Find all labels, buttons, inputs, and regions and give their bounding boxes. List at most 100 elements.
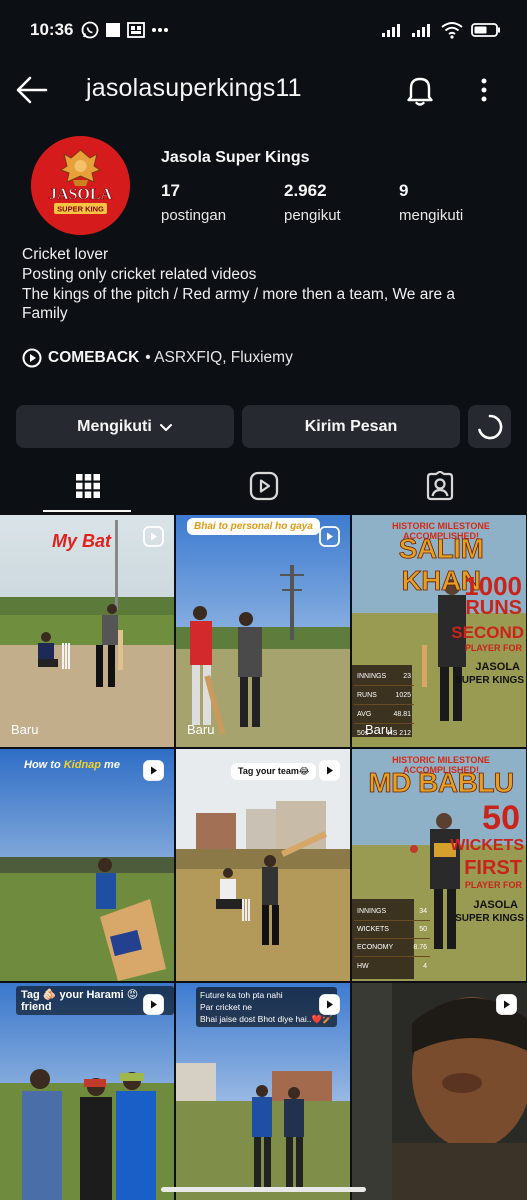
loading-spinner-icon (477, 414, 502, 439)
post-thumbnail[interactable] (352, 983, 527, 1200)
milestone-team-line-1: JASOLA (473, 899, 518, 911)
play-circle-icon (22, 348, 42, 368)
message-button-label: Kirim Pesan (304, 417, 398, 435)
media-notification-icon (127, 22, 146, 38)
stat-following-value: 9 (399, 181, 409, 200)
reel-indicator-icon (319, 526, 340, 547)
stat-value: 8.76 (413, 944, 427, 951)
app-notification-icon (106, 23, 121, 37)
stat-value: 23 (403, 672, 411, 680)
stat-value: 34 (419, 908, 427, 915)
stat-following[interactable]: 9 mengikuti (399, 181, 463, 224)
post-caption: Future ka toh pta nahi Par cricket ne Bh… (196, 987, 337, 1027)
caption-line: Par cricket ne (200, 1002, 252, 1012)
logo-text-bottom: SUPER KING (57, 205, 104, 214)
following-button-label: Mengikuti (77, 417, 152, 435)
caption-part: How to (24, 759, 64, 771)
message-button[interactable]: Kirim Pesan (242, 405, 460, 448)
post-thumbnail[interactable]: Tag your team😂 (176, 749, 350, 981)
reel-indicator-icon (143, 526, 164, 547)
status-system-icons (381, 21, 501, 39)
stat-following-label: mengikuti (399, 207, 464, 224)
grid-icon (75, 474, 100, 498)
music-title: COMEBACK (48, 349, 140, 366)
post-image (0, 983, 174, 1200)
reel-indicator-icon (319, 760, 340, 781)
back-arrow-icon[interactable] (14, 74, 50, 106)
bio-line: The kings of the pitch / Red army / more… (22, 285, 456, 303)
post-thumbnail[interactable]: HISTORIC MILESTONE ACCOMPLISHED! MD BABL… (352, 749, 526, 981)
reels-icon (249, 471, 278, 501)
post-thumbnail[interactable]: My Bat Baru (0, 515, 174, 747)
stat-value: 48.81 (393, 710, 411, 718)
profile-tabs (0, 458, 527, 514)
posts-grid: My Bat Baru Bhai to personal ho gaya Bar… (0, 515, 527, 1200)
post-thumbnail[interactable]: Future ka toh pta nahi Par cricket ne Bh… (176, 983, 350, 1200)
suggested-accounts-button[interactable] (468, 405, 511, 448)
active-tab-indicator (43, 510, 131, 512)
post-image (352, 983, 527, 1200)
music-artists: • ASRXFIQ, Fluxiemy (145, 349, 293, 366)
following-button[interactable]: Mengikuti (16, 405, 234, 448)
tab-reels[interactable] (176, 458, 351, 514)
milestone-big-number: 50 (482, 799, 520, 837)
milestone-player-name: MD BABLU (368, 767, 515, 799)
signal-icon (382, 24, 400, 37)
stat-key: HW (357, 962, 369, 970)
chevron-down-icon (159, 423, 172, 431)
stat-value: 4 (423, 962, 427, 970)
bio-line: Posting only cricket related videos (22, 265, 257, 283)
stat-posts-value: 17 (161, 181, 180, 200)
stat-key: WICKETS (357, 926, 389, 933)
caption-part: me (101, 759, 120, 771)
post-image (0, 749, 174, 981)
caption-line: Future ka toh pta nahi (200, 990, 283, 1000)
profile-avatar[interactable]: JASOLA SUPER KING (31, 136, 130, 235)
post-image (176, 749, 350, 981)
post-caption: Tag your team😂 (231, 763, 317, 780)
milestone-team-line-1: JASOLA (475, 661, 520, 673)
post-caption: Bhai to personal ho gaya (187, 518, 320, 535)
post-thumbnail[interactable]: How to Kidnap me (0, 749, 174, 981)
profile-music-row[interactable]: COMEBACK • ASRXFIQ, Fluxiemy (22, 348, 293, 368)
stat-key: ECONOMY (357, 944, 394, 951)
more-options-icon[interactable] (470, 72, 498, 108)
stat-key: INNINGS (357, 908, 387, 915)
tagged-person-icon (426, 471, 453, 501)
milestone-rank-2: PLAYER FOR (464, 643, 522, 653)
milestone-stats: INNINGS 34 WICKETS 50 ECONOMY 8.76 HW 4 (354, 903, 430, 975)
notification-bell-icon[interactable] (402, 72, 438, 108)
profile-display-name: Jasola Super Kings (161, 149, 310, 166)
stat-followers[interactable]: 2.962 pengikut (284, 181, 341, 224)
milestone-team-line-2: SUPER KINGS (455, 913, 524, 924)
stat-key: AVG (357, 710, 372, 718)
milestone-big-unit: RUNS (465, 597, 522, 619)
post-thumbnail[interactable]: HISTORIC MILESTONE ACCOMPLISHED! SALIM K… (352, 515, 526, 747)
reel-indicator-icon (143, 994, 164, 1015)
profile-bio: Cricket lover Posting only cricket relat… (22, 245, 512, 324)
milestone-rank: SECOND (451, 623, 524, 642)
stat-followers-label: pengikut (284, 207, 341, 224)
post-caption: My Bat (52, 531, 112, 551)
reel-indicator-icon (143, 760, 164, 781)
new-post-label: Baru (365, 722, 393, 737)
post-thumbnail[interactable]: Bhai to personal ho gaya Baru (176, 515, 350, 747)
tab-posts-grid[interactable] (0, 458, 175, 514)
reel-indicator-icon (319, 994, 340, 1015)
milestone-team-line-2: SUPER KINGS (455, 675, 524, 686)
profile-username: jasolasuperkings11 (86, 74, 302, 102)
status-notification-icons (81, 21, 169, 39)
more-notifications-icon (152, 28, 169, 32)
stat-key: INNINGS (357, 672, 387, 680)
post-thumbnail[interactable]: Tag 🫵🏻 your Harami 😡 friend (0, 983, 174, 1200)
wifi-icon (441, 22, 463, 39)
stat-value: 50 (419, 926, 427, 933)
signal-icon-2 (412, 24, 430, 37)
logo-text-top: JASOLA (49, 186, 113, 203)
team-logo: JASOLA SUPER KING (31, 136, 130, 235)
home-indicator[interactable] (161, 1187, 366, 1192)
stat-posts[interactable]: 17 postingan (161, 181, 226, 224)
whatsapp-icon (82, 21, 99, 39)
new-post-label: Baru (11, 722, 39, 737)
tab-tagged[interactable] (352, 458, 527, 514)
